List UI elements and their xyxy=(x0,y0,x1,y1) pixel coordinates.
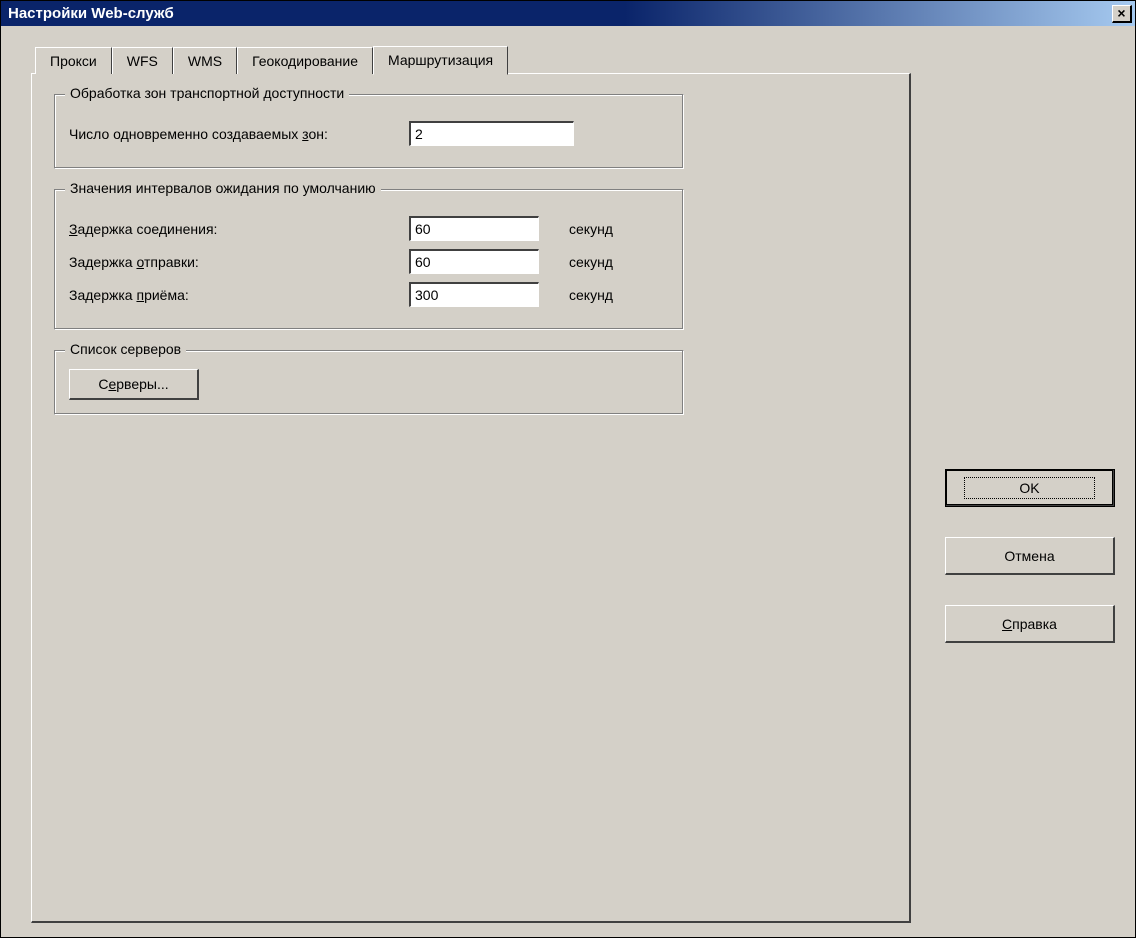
row-recv-delay: Задержка приёма: секунд xyxy=(69,282,669,307)
tab-wfs[interactable]: WFS xyxy=(112,47,173,74)
label-connection-delay: Задержка соединения: xyxy=(69,221,409,237)
row-connection-delay: Задержка соединения: секунд xyxy=(69,216,669,241)
tab-panel-routing: Обработка зон транспортной доступности Ч… xyxy=(31,73,911,923)
dialog-buttons: OK Отмена Справка xyxy=(945,469,1115,643)
titlebar: Настройки Web-служб × xyxy=(1,1,1135,26)
input-connection-delay[interactable] xyxy=(409,216,539,241)
title-text: Настройки Web-служб xyxy=(8,5,174,22)
close-icon: × xyxy=(1117,5,1125,21)
suffix-seconds-send: секунд xyxy=(569,254,613,270)
tab-geocoding[interactable]: Геокодирование xyxy=(237,47,373,74)
cancel-button[interactable]: Отмена xyxy=(945,537,1115,575)
ok-button[interactable]: OK xyxy=(945,469,1115,507)
group-transport-zones-title: Обработка зон транспортной доступности xyxy=(65,85,349,101)
group-transport-zones: Обработка зон транспортной доступности Ч… xyxy=(54,94,684,169)
tab-routing[interactable]: Маршрутизация xyxy=(373,46,508,75)
suffix-seconds-conn: секунд xyxy=(569,221,613,237)
close-button[interactable]: × xyxy=(1112,5,1132,23)
group-timeouts: Значения интервалов ожидания по умолчани… xyxy=(54,189,684,330)
label-send-delay: Задержка отправки: xyxy=(69,254,409,270)
tab-proxy[interactable]: Прокси xyxy=(35,47,112,74)
label-recv-delay: Задержка приёма: xyxy=(69,287,409,303)
tab-wms[interactable]: WMS xyxy=(173,47,237,74)
label-zones-count: Число одновременно создаваемых зон: xyxy=(69,126,409,142)
suffix-seconds-recv: секунд xyxy=(569,287,613,303)
input-recv-delay[interactable] xyxy=(409,282,539,307)
input-zones-count[interactable] xyxy=(409,121,574,146)
client-area: Прокси WFS WMS Геокодирование Маршрутиза… xyxy=(1,26,1135,937)
help-button[interactable]: Справка xyxy=(945,605,1115,643)
group-timeouts-title: Значения интервалов ожидания по умолчани… xyxy=(65,180,381,196)
group-servers-title: Список серверов xyxy=(65,341,186,357)
tabstrip: Прокси WFS WMS Геокодирование Маршрутиза… xyxy=(35,46,1121,73)
row-send-delay: Задержка отправки: секунд xyxy=(69,249,669,274)
group-servers: Список серверов Серверы... xyxy=(54,350,684,415)
servers-button[interactable]: Серверы... xyxy=(69,369,199,400)
row-zones-count: Число одновременно создаваемых зон: xyxy=(69,121,669,146)
input-send-delay[interactable] xyxy=(409,249,539,274)
web-services-settings-dialog: Настройки Web-служб × Прокси WFS WMS Гео… xyxy=(0,0,1136,938)
